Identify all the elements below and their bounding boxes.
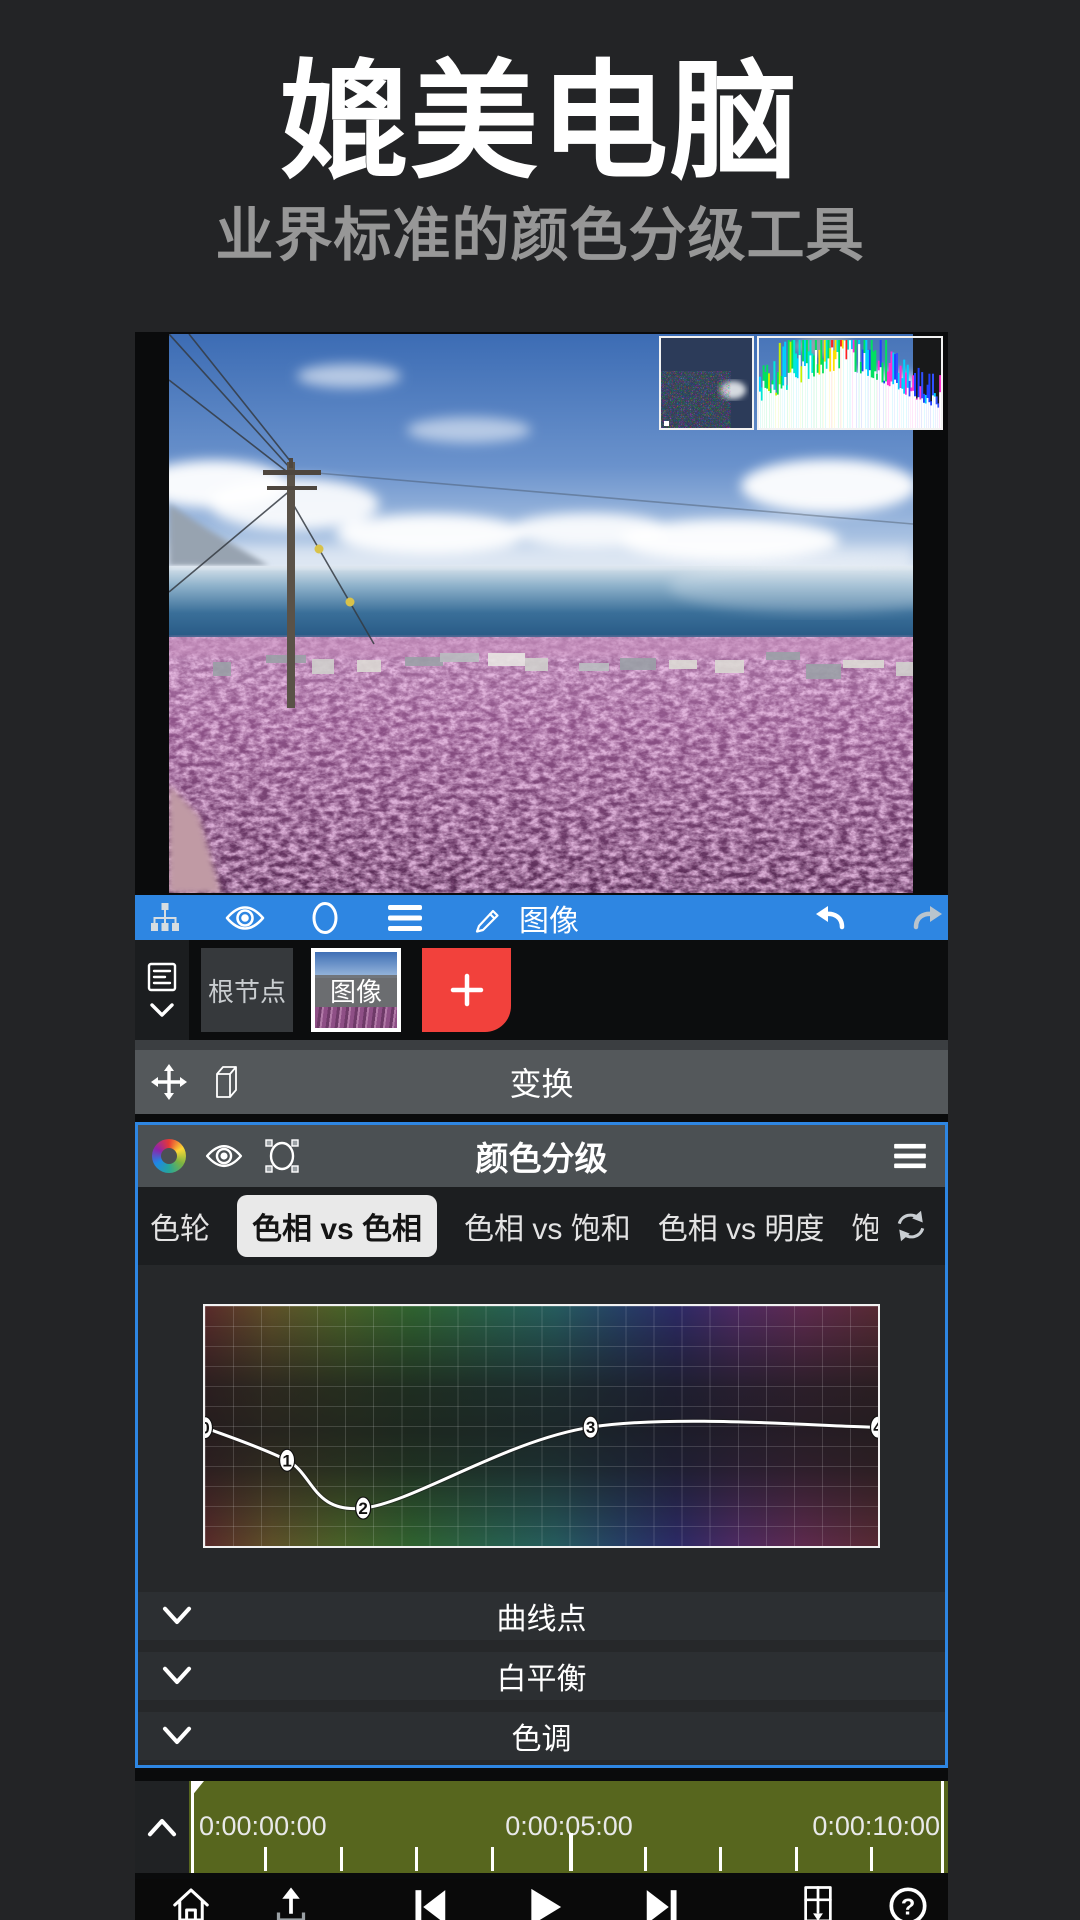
svg-text:3: 3 <box>586 1418 595 1437</box>
editor-toolbar: 图像 <box>135 895 948 940</box>
color-grading-header[interactable]: 颜色分级 <box>138 1125 945 1187</box>
color-grading-panel: 颜色分级 色轮色相 vs 色相色相 vs 饱和色相 vs 明度饱和 vs 饱和 <box>135 1122 948 1768</box>
tab-1[interactable]: 色相 vs 色相 <box>237 1195 437 1257</box>
transform-row[interactable]: 变换 <box>135 1050 948 1114</box>
timecode-start: 0:00:00:00 <box>199 1811 327 1842</box>
edit-pencil-icon[interactable] <box>465 902 509 934</box>
tab-3[interactable]: 色相 vs 明度 <box>658 1204 825 1248</box>
home-icon[interactable] <box>171 1885 211 1920</box>
rgb-histogram <box>759 340 941 428</box>
move-icon[interactable] <box>151 1064 187 1100</box>
mask-select-icon[interactable] <box>262 1138 302 1174</box>
chevron-down-icon <box>160 1664 194 1688</box>
chevron-down-icon <box>160 1604 194 1628</box>
node-tree-icon[interactable] <box>143 901 187 935</box>
svg-text:0: 0 <box>205 1419 210 1438</box>
tab-0[interactable]: 色轮 <box>150 1204 210 1248</box>
ruler-tick <box>340 1847 343 1871</box>
help-glyph: ? <box>901 1894 915 1920</box>
bottom-toolbar: ? <box>135 1879 948 1920</box>
node-tile-root[interactable]: 根节点 <box>201 948 293 1032</box>
transform-label: 变换 <box>135 1059 948 1105</box>
strip-divider <box>135 1040 948 1050</box>
ruler-tick-major <box>569 1833 573 1871</box>
help-icon[interactable]: ? <box>887 1885 929 1920</box>
ruler-tick <box>264 1847 267 1871</box>
layer-list-icon <box>146 961 178 993</box>
section-row-2[interactable]: 色调 <box>138 1712 945 1760</box>
curve-zone: 0 1 2 3 4 <box>138 1265 945 1595</box>
refresh-icon[interactable] <box>891 1207 931 1250</box>
ruler-tick <box>795 1847 798 1871</box>
ruler-tick <box>719 1847 722 1871</box>
color-grading-title: 颜色分级 <box>138 1132 945 1180</box>
redo-icon[interactable] <box>907 901 951 935</box>
undo-icon[interactable] <box>807 901 851 935</box>
node-tile-image[interactable]: 图像 <box>311 948 401 1032</box>
app-screenshot: 图像 根节点 图像 <box>135 332 948 1920</box>
ruler-tick <box>491 1847 494 1871</box>
add-node-button[interactable] <box>422 948 511 1032</box>
svg-text:1: 1 <box>282 1451 291 1470</box>
play-icon[interactable] <box>521 1885 565 1920</box>
image-node-label: 图像 <box>330 972 382 1009</box>
svg-text:4: 4 <box>873 1418 878 1437</box>
section-row-0[interactable]: 曲线点 <box>138 1592 945 1640</box>
render-window-icon[interactable] <box>799 1885 837 1920</box>
curve-plot: 0 1 2 3 4 <box>205 1306 878 1546</box>
timeline: 0:00:00:00 0:00:05:00 0:00:10:00 <box>135 1781 948 1873</box>
plus-icon <box>447 970 487 1010</box>
eye-icon[interactable] <box>223 902 267 934</box>
timeline-ruler[interactable]: 0:00:00:00 0:00:05:00 0:00:10:00 <box>189 1781 948 1873</box>
playhead-flag <box>191 1781 204 1797</box>
image-node-label-band: 图像 <box>315 975 397 1007</box>
page-subtitle: 业界标准的颜色分级工具 <box>0 188 1080 272</box>
curve-point-1[interactable]: 1 <box>280 1449 295 1471</box>
ruler-tick <box>870 1847 873 1871</box>
scopes-overlay <box>659 336 943 430</box>
eye-icon[interactable] <box>204 1141 244 1171</box>
grading-tabs-bar: 色轮色相 vs 色相色相 vs 饱和色相 vs 明度饱和 vs 饱和 <box>138 1187 945 1265</box>
page-title: 媲美电脑 <box>0 18 1080 203</box>
color-wheel-icon[interactable] <box>152 1139 186 1173</box>
ruler-tick <box>644 1847 647 1871</box>
svg-text:2: 2 <box>358 1499 367 1518</box>
thumb-field <box>315 1007 397 1028</box>
skip-start-icon[interactable] <box>409 1885 453 1920</box>
ruler-tick <box>415 1847 418 1871</box>
curve-point-3[interactable]: 3 <box>583 1416 598 1438</box>
tab-2[interactable]: 色相 vs 饱和 <box>464 1204 631 1248</box>
panel-menu-icon[interactable] <box>893 1142 927 1170</box>
timeline-end-marker <box>941 1781 944 1873</box>
vectorscope-panel[interactable] <box>659 336 754 430</box>
curve-point-4[interactable]: 4 <box>871 1416 879 1438</box>
export-icon[interactable] <box>271 1885 311 1920</box>
histogram-panel[interactable] <box>757 336 943 430</box>
menu-icon[interactable] <box>383 903 427 933</box>
curve-point-2[interactable]: 2 <box>356 1497 371 1519</box>
current-node-label: 图像 <box>519 896 579 940</box>
cube-3d-icon[interactable] <box>209 1063 243 1101</box>
curve-point-0[interactable]: 0 <box>205 1417 213 1439</box>
section-row-1[interactable]: 白平衡 <box>138 1652 945 1700</box>
timeline-collapse-button[interactable] <box>135 1781 189 1873</box>
mask-circle-icon[interactable] <box>303 900 347 936</box>
grading-tabs: 色轮色相 vs 色相色相 vs 饱和色相 vs 明度饱和 vs 饱和 <box>150 1187 878 1265</box>
chevron-down-icon <box>160 1724 194 1748</box>
chevron-up-icon <box>145 1815 179 1839</box>
hue-curve-widget[interactable]: 0 1 2 3 4 <box>203 1304 880 1548</box>
timecode-end: 0:00:10:00 <box>812 1811 940 1842</box>
node-strip: 根节点 图像 <box>135 940 948 1040</box>
skip-end-icon[interactable] <box>639 1885 683 1920</box>
chevron-down-icon[interactable] <box>147 1001 177 1019</box>
tab-4[interactable]: 饱和 vs 饱和 <box>851 1204 878 1248</box>
node-list-toggle[interactable] <box>135 940 189 1040</box>
root-node-label: 根节点 <box>208 972 286 1009</box>
